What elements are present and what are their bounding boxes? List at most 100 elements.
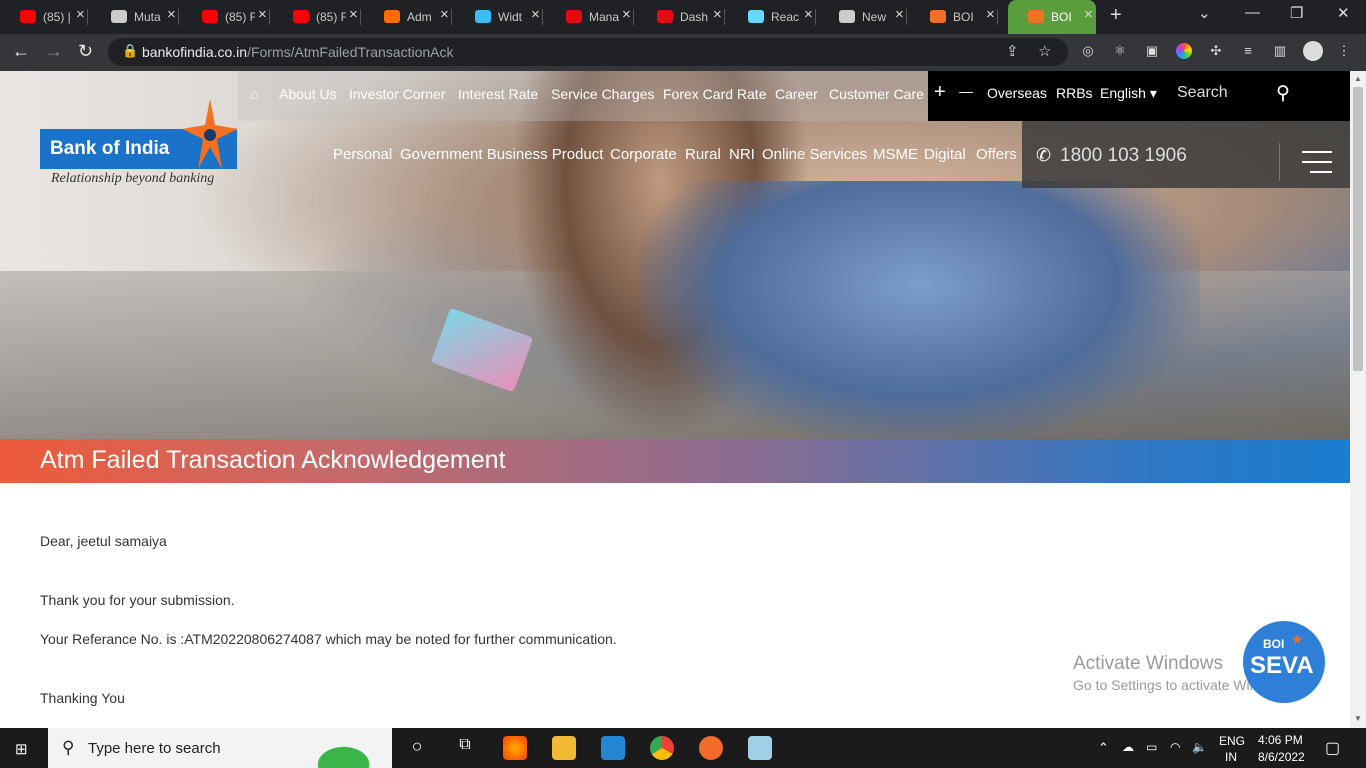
tab-close-icon[interactable]: × — [1084, 6, 1093, 23]
wifi-icon[interactable]: ◠ — [1170, 740, 1180, 754]
tab-close-icon[interactable]: × — [76, 6, 85, 23]
nav-personal[interactable]: Personal — [333, 146, 392, 163]
browser-tab[interactable]: (85) F × — [182, 0, 270, 34]
top-nav-service-charges[interactable]: Service Charges — [551, 86, 655, 102]
tab-close-icon[interactable]: × — [622, 6, 631, 23]
profile-avatar[interactable] — [1303, 41, 1323, 61]
tab-close-icon[interactable]: × — [258, 6, 267, 23]
browser-tab[interactable]: (85) F × — [273, 0, 361, 34]
reload-icon[interactable]: ↻ — [78, 41, 93, 62]
chrome-icon[interactable] — [650, 736, 674, 760]
browser-tab[interactable]: Muta × — [91, 0, 179, 34]
scrollbar-thumb[interactable] — [1353, 87, 1363, 371]
firefox-icon[interactable] — [503, 736, 527, 760]
tab-close-icon[interactable]: × — [167, 6, 176, 23]
tab-close-icon[interactable]: × — [440, 6, 449, 23]
menu-kebab-icon[interactable]: ⋮ — [1336, 43, 1352, 59]
search-input[interactable]: Search — [1177, 84, 1228, 102]
top-nav-interest-rate[interactable]: Interest Rate — [458, 86, 538, 102]
browser-tab[interactable]: Adm × — [364, 0, 452, 34]
top-nav-customer-care[interactable]: Customer Care — [829, 86, 924, 102]
bank-logo[interactable]: Bank of India — [40, 99, 238, 169]
notification-icon[interactable]: ▢ — [1325, 738, 1340, 758]
tab-search-icon[interactable]: ⌄ — [1198, 4, 1211, 22]
app-icon[interactable] — [748, 736, 772, 760]
bookmark-star-icon[interactable]: ☆ — [1038, 42, 1051, 60]
color-picker-icon[interactable] — [1176, 43, 1192, 59]
nav-offers[interactable]: Offers — [976, 146, 1017, 163]
app-icon — [384, 10, 400, 23]
home-icon[interactable]: ⌂ — [250, 86, 258, 102]
scroll-down-arrow-icon[interactable]: ▼ — [1354, 714, 1362, 723]
task-view-icon[interactable]: ○ — [405, 736, 429, 760]
tab-close-icon[interactable]: × — [713, 6, 722, 23]
browser-tab[interactable]: Reac × — [728, 0, 816, 34]
tray-chevron-up-icon[interactable]: ⌃ — [1098, 740, 1109, 756]
top-nav-about-us[interactable]: About Us — [279, 86, 337, 102]
address-bar[interactable]: 🔒 bankofindia.co.in/Forms/AtmFailedTrans… — [108, 38, 1068, 66]
battery-icon[interactable]: ▭ — [1146, 740, 1157, 754]
lock-icon[interactable]: 🔒 — [122, 43, 138, 59]
nav-government-business-product[interactable]: Government Business Product — [400, 146, 603, 163]
scroll-up-arrow-icon[interactable]: ▲ — [1354, 74, 1362, 83]
close-window-button[interactable]: ✕ — [1337, 4, 1350, 22]
restore-button[interactable]: ❐ — [1290, 4, 1303, 22]
browser-tab[interactable]: Widt × — [455, 0, 543, 34]
browser-tab[interactable]: (85) | × — [0, 0, 88, 34]
tab-close-icon[interactable]: × — [349, 6, 358, 23]
extensions-puzzle-icon[interactable]: ✣ — [1208, 43, 1224, 59]
nav-digital[interactable]: Digital — [924, 146, 966, 163]
nav-corporate[interactable]: Corporate — [610, 146, 677, 163]
tab-close-icon[interactable]: × — [804, 6, 813, 23]
file-explorer-icon[interactable] — [552, 736, 576, 760]
language-eng[interactable]: ENG — [1219, 734, 1245, 748]
decrease-font-button[interactable]: — — [959, 83, 973, 99]
network-alert-icon[interactable]: ☁ — [1122, 740, 1134, 754]
browser-tab[interactable]: Dash × — [637, 0, 725, 34]
clock-time[interactable]: 4:06 PM — [1258, 733, 1303, 747]
forward-icon[interactable]: → — [45, 41, 63, 62]
hamburger-menu-icon[interactable] — [1302, 151, 1332, 173]
page-scrollbar[interactable]: ▲ ▼ — [1350, 71, 1366, 728]
browser-tab[interactable]: BOI × — [910, 0, 998, 34]
extension-icon[interactable]: ◎ — [1080, 43, 1096, 59]
overseas-link[interactable]: Overseas — [987, 85, 1047, 101]
windows-start-icon[interactable]: ⊞ — [15, 740, 28, 758]
nav-online-services[interactable]: Online Services — [762, 146, 867, 163]
phone-number[interactable]: 1800 103 1906 — [1060, 145, 1187, 167]
back-icon[interactable]: ← — [12, 41, 30, 62]
search-icon[interactable]: ⚲ — [1276, 82, 1290, 105]
new-tab-button[interactable]: + — [1110, 4, 1122, 27]
tab-close-icon[interactable]: × — [986, 6, 995, 23]
language-select[interactable]: English ▾ — [1100, 85, 1157, 102]
camera-icon[interactable]: ▣ — [1144, 43, 1160, 59]
nav-msme[interactable]: MSME — [873, 146, 918, 163]
tab-close-icon[interactable]: × — [895, 6, 904, 23]
url-path: /Forms/AtmFailedTransactionAck — [247, 44, 454, 60]
nav-rural[interactable]: Rural — [685, 146, 721, 163]
side-panel-icon[interactable]: ▥ — [1272, 43, 1288, 59]
tab-close-icon[interactable]: × — [531, 6, 540, 23]
vscode-icon[interactable] — [601, 736, 625, 760]
top-nav-forex-card-rate[interactable]: Forex Card Rate — [663, 86, 766, 102]
volume-icon[interactable]: 🔈 — [1192, 740, 1207, 754]
top-nav-career[interactable]: Career — [775, 86, 818, 102]
browser-tab[interactable]: Mana × — [546, 0, 634, 34]
language-label: English — [1100, 85, 1146, 101]
nav-nri[interactable]: NRI — [729, 146, 755, 163]
react-devtools-icon[interactable]: ⚛ — [1112, 43, 1128, 59]
share-icon[interactable]: ⇪ — [1006, 42, 1019, 60]
taskbar-search-box[interactable]: ⚲ Type here to search — [48, 728, 392, 768]
browser-tab[interactable]: BOI × — [1008, 0, 1096, 34]
postman-icon[interactable] — [699, 736, 723, 760]
boi-seva-chat-button[interactable]: BOI ★ SEVA — [1243, 621, 1325, 703]
media-control-icon[interactable]: ≡ — [1240, 43, 1256, 59]
rrbs-link[interactable]: RRBs — [1056, 85, 1093, 101]
widgets-icon[interactable]: ⧉ — [453, 736, 477, 760]
browser-tab[interactable]: New × — [819, 0, 907, 34]
minimize-button[interactable]: — — [1245, 4, 1260, 21]
increase-font-button[interactable]: + — [934, 81, 946, 104]
clock-date[interactable]: 8/6/2022 — [1258, 750, 1305, 764]
language-in[interactable]: IN — [1225, 750, 1237, 764]
top-nav-investor-corner[interactable]: Investor Corner — [349, 86, 445, 102]
